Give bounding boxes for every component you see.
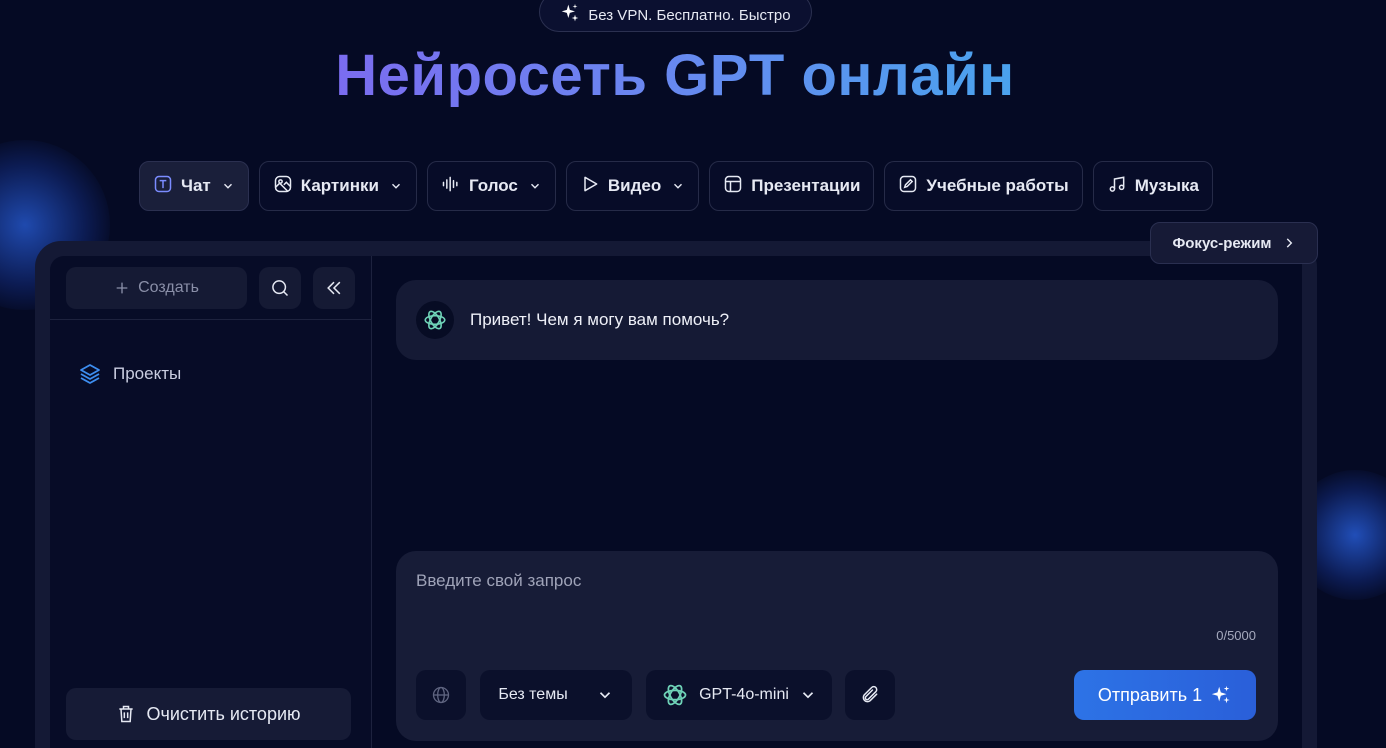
mode-tabs: Чат Картинки Голос Видео Презентации Уче… (139, 161, 1214, 211)
globe-icon (432, 686, 450, 704)
promo-badge-text: Без VPN. Бесплатно. Быстро (588, 6, 791, 24)
page-title: Нейросеть GPT онлайн (335, 43, 1015, 108)
attach-button[interactable] (845, 670, 895, 720)
topic-select-value: Без темы (498, 686, 568, 703)
tab-voice-label: Голос (468, 176, 518, 195)
tab-video[interactable]: Видео (565, 161, 700, 211)
play-icon (580, 174, 600, 199)
sparkle-icon (1211, 685, 1230, 704)
edit-doc-icon (898, 174, 918, 199)
openai-logo-icon (663, 684, 687, 706)
tab-presentations-label: Презентации (751, 176, 861, 195)
chat-area: Привет! Чем я могу вам помочь? 0/5000 Бе… (372, 256, 1302, 748)
focus-mode-label: Фокус-режим (1172, 234, 1272, 252)
double-chevron-left-icon (327, 281, 341, 295)
chevron-down-icon (223, 183, 232, 189)
waveform-icon (441, 174, 461, 199)
tab-study-works[interactable]: Учебные работы (884, 161, 1083, 211)
tab-music[interactable]: Музыка (1092, 161, 1214, 211)
layers-icon (80, 364, 100, 384)
music-icon (1107, 174, 1127, 199)
model-select[interactable]: GPT-4o-mini (646, 670, 832, 720)
chevron-down-icon (391, 183, 400, 189)
composer: 0/5000 Без темы GPT-4o-mini (396, 551, 1278, 741)
plus-icon (116, 282, 128, 294)
tab-music-label: Музыка (1134, 176, 1200, 195)
topic-select[interactable]: Без темы (480, 670, 632, 720)
page: Без VPN. Бесплатно. Быстро Нейросеть GPT… (0, 0, 1386, 748)
presentation-icon (723, 174, 743, 199)
tab-images-label: Картинки (300, 176, 379, 195)
send-button[interactable]: Отправить 1 (1074, 670, 1256, 720)
chevron-down-icon (530, 183, 539, 189)
assistant-message-text: Привет! Чем я могу вам помочь? (470, 310, 730, 329)
sparkle-icon (560, 3, 580, 27)
web-search-button[interactable] (416, 670, 466, 720)
create-chat-button[interactable]: Создать (66, 267, 247, 309)
promo-badge: Без VPN. Бесплатно. Быстро (539, 0, 812, 32)
tab-chat[interactable]: Чат (139, 161, 249, 211)
openai-logo-icon (424, 310, 446, 330)
tab-video-label: Видео (607, 176, 662, 195)
search-icon (272, 280, 289, 297)
chevron-down-icon (599, 692, 610, 699)
chevron-down-icon (674, 183, 683, 189)
clear-history-label: Очистить историю (146, 703, 301, 724)
assistant-message: Привет! Чем я могу вам помочь? (396, 280, 1278, 360)
tab-study-works-label: Учебные работы (926, 176, 1069, 195)
prompt-input[interactable] (416, 571, 1256, 631)
send-button-label: Отправить 1 (1097, 684, 1203, 705)
model-select-value: GPT-4o-mini (699, 686, 789, 703)
collapse-sidebar-button[interactable] (313, 267, 355, 309)
trash-icon (119, 705, 134, 723)
paperclip-icon (862, 685, 878, 703)
tab-voice[interactable]: Голос (426, 161, 556, 211)
tab-images[interactable]: Картинки (258, 161, 417, 211)
chevron-down-icon (802, 692, 813, 699)
search-button[interactable] (259, 267, 301, 309)
tab-chat-label: Чат (181, 176, 211, 195)
sidebar-item-label: Проекты (113, 364, 182, 383)
sidebar: Создать Проекты Очистить историю (50, 256, 372, 748)
char-counter: 0/5000 (1216, 628, 1256, 643)
tab-presentations[interactable]: Презентации (709, 161, 875, 211)
image-icon (273, 174, 293, 199)
chevron-right-icon (1286, 238, 1292, 248)
sidebar-item-projects[interactable]: Проекты (78, 362, 181, 386)
sidebar-toolbar: Создать (50, 256, 371, 320)
avatar (416, 301, 454, 339)
clear-history-button[interactable]: Очистить историю (66, 688, 351, 740)
focus-mode-button[interactable]: Фокус-режим (1150, 222, 1318, 264)
create-chat-label: Создать (138, 279, 199, 296)
text-t-icon (153, 174, 173, 199)
